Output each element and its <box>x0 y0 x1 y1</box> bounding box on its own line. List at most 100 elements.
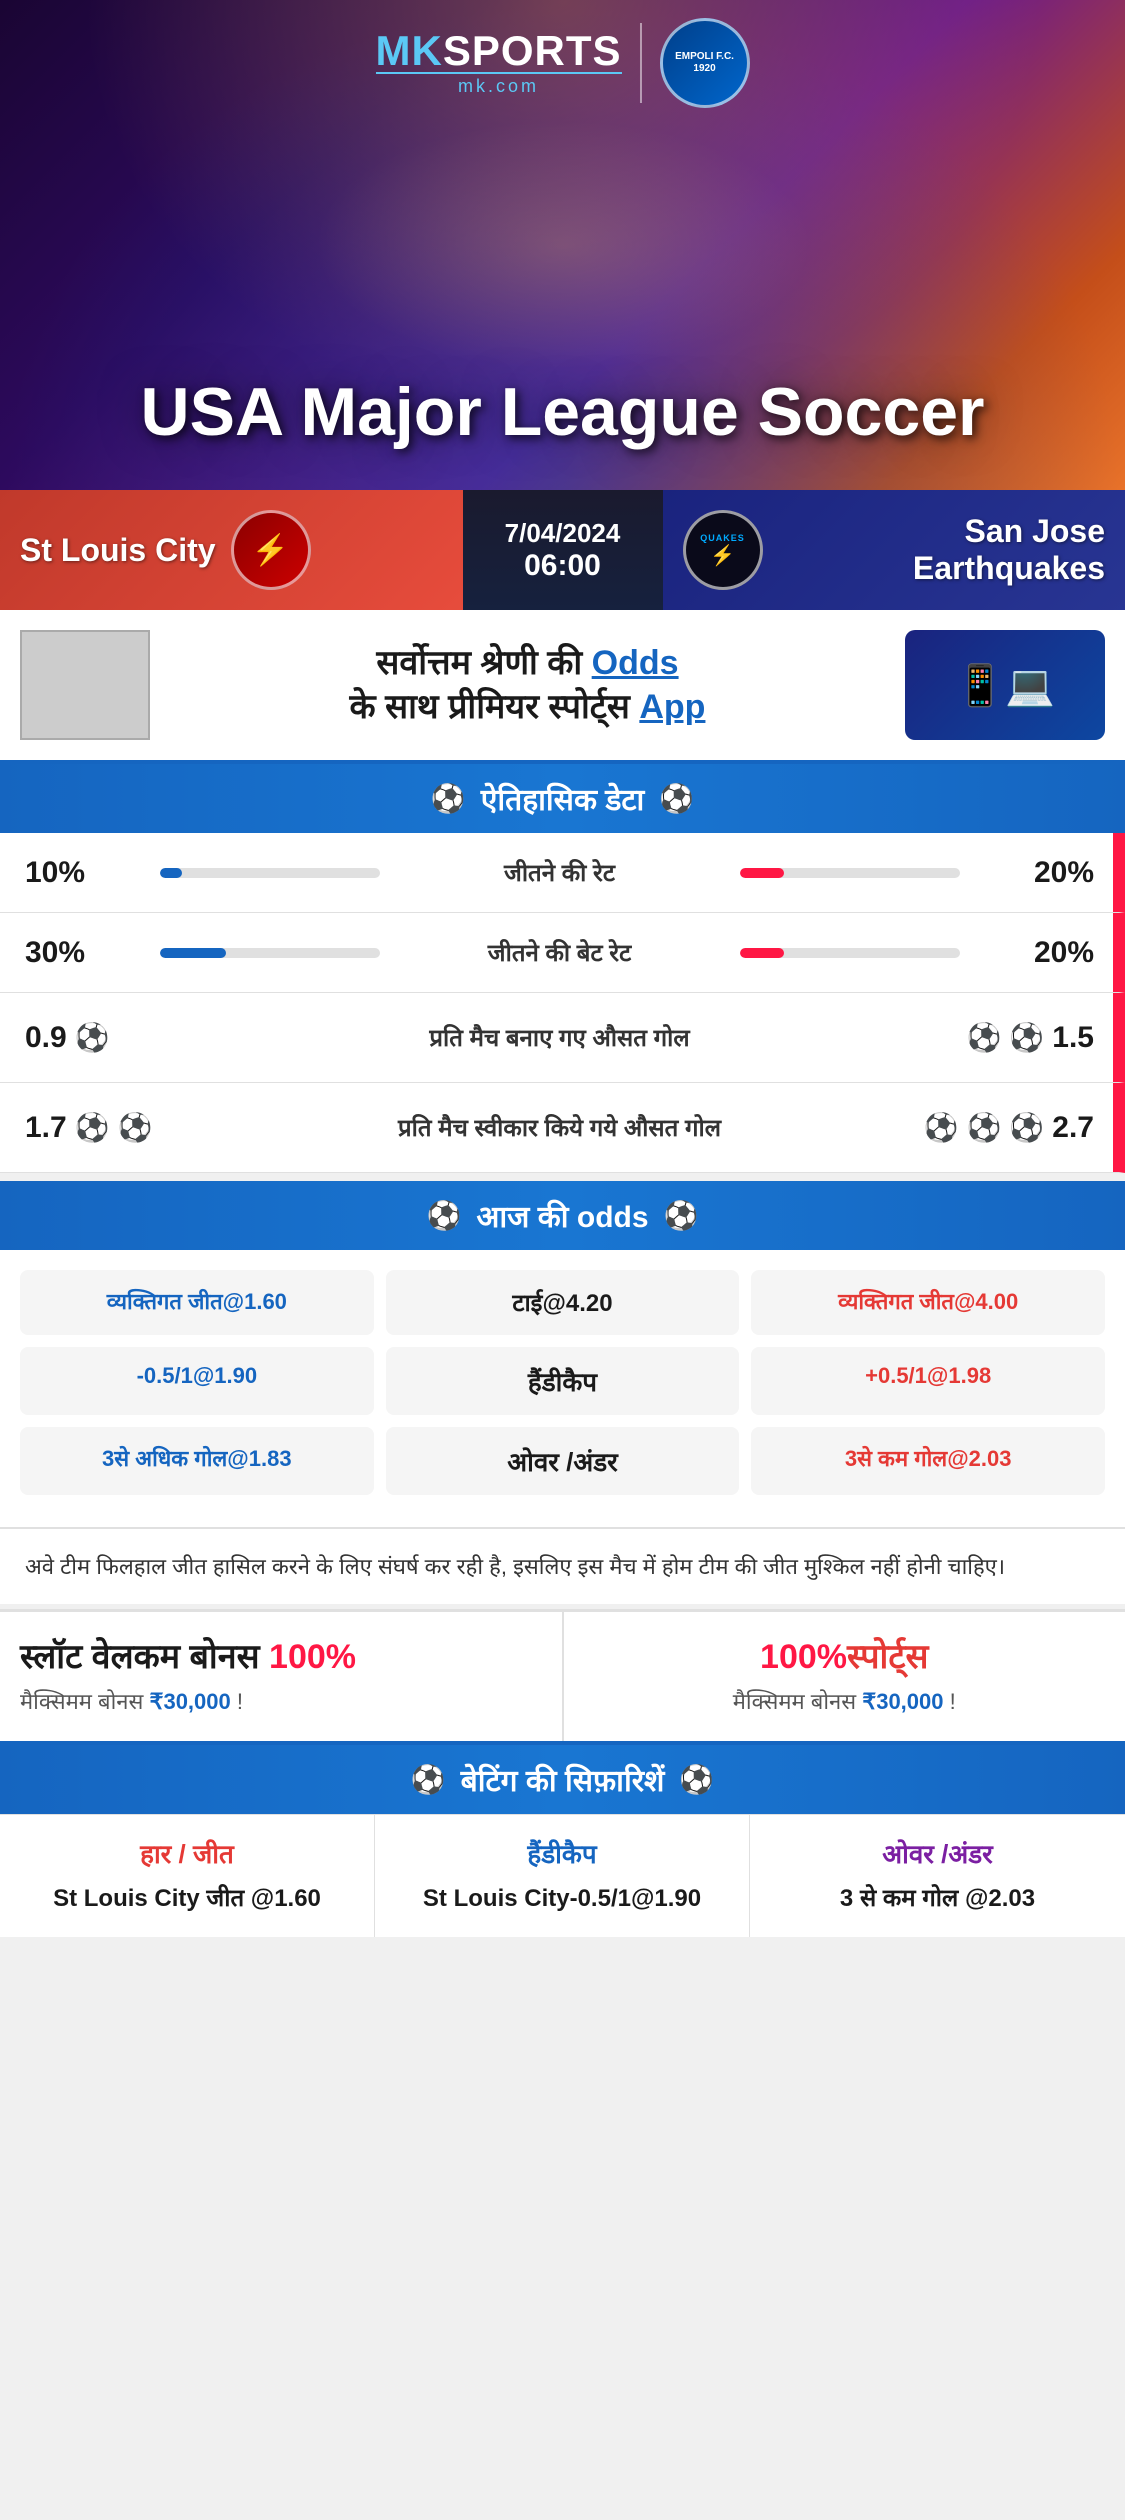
quakes-icon: ⚡ <box>710 543 735 568</box>
stat-label-1: जीतने की रेट <box>400 856 720 889</box>
odds-home-win[interactable]: व्यक्तिगत जीत@1.60 <box>20 1270 374 1335</box>
betting-icon-right: ⚽ <box>679 1763 714 1796</box>
stat-left-val-1: 10% <box>25 856 125 890</box>
match-date: 7/04/2024 <box>505 518 621 549</box>
odds-title: आज की odds <box>476 1195 648 1236</box>
away-team-section: QUAKES ⚡ San Jose Earthquakes <box>663 490 1125 610</box>
odds-icon-right: ⚽ <box>664 1199 699 1232</box>
bar-container-right-1 <box>740 868 960 878</box>
stat-row-bet-rate: 30% जीतने की बेट रेट 20% <box>0 913 1125 993</box>
stat-left-val-2: 30% <box>25 936 125 970</box>
rec-win-loss: हार / जीत St Louis City जीत @1.60 <box>0 1815 375 1937</box>
bar-container-left-1 <box>160 868 380 878</box>
ball-icon-red-5: ⚽ <box>1009 1111 1044 1144</box>
ball-icon-red-4: ⚽ <box>967 1111 1002 1144</box>
empoli-badge: EMPOLI F.C.1920 <box>660 18 750 108</box>
odds-header: ⚽ आज की odds ⚽ <box>0 1181 1125 1250</box>
odds-section: व्यक्तिगत जीत@1.60 टाई@4.20 व्यक्तिगत जी… <box>0 1250 1125 1527</box>
rec-value-3: 3 से कम गोल @2.03 <box>765 1881 1110 1917</box>
bonus-sports-sub: मैक्सिमम बोनस ₹30,000 ! <box>584 1686 1106 1716</box>
odds-wrapper: ⚽ आज की odds ⚽ व्यक्तिगत जीत@1.60 टाई@4.… <box>0 1181 1125 1527</box>
goals-right-conceded: ⚽ ⚽ ⚽ 2.7 <box>874 1111 1094 1145</box>
rec-type-3: ओवर /अंडर <box>765 1835 1110 1871</box>
betting-title: बेटिंग की सिफ़ारिशें <box>461 1759 665 1800</box>
brand-name: MKSPORTS <box>375 30 621 72</box>
bar-fill-red-2 <box>740 948 784 958</box>
bar-fill-blue-1 <box>160 868 182 878</box>
logo-area: MKSPORTS mk.com EMPOLI F.C.1920 <box>375 18 749 108</box>
odds-under[interactable]: 3से कम गोल@2.03 <box>751 1427 1105 1495</box>
ball-icon-3: ⚽ <box>75 1111 110 1144</box>
promo-phones <box>905 630 1105 740</box>
ball-icon-1: ⚽ <box>75 1021 110 1054</box>
home-team-badge <box>231 510 311 590</box>
odds-handicap-home[interactable]: -0.5/1@1.90 <box>20 1347 374 1415</box>
brand-domain: mk.com <box>375 72 621 97</box>
stat-bar-left-2 <box>125 948 400 958</box>
commentary-section: अवे टीम फिलहाल जीत हासिल करने के लिए संघ… <box>0 1527 1125 1604</box>
bar-container-left-2 <box>160 948 380 958</box>
match-time: 06:00 <box>524 549 601 583</box>
odds-row-2: -0.5/1@1.90 हैंडीकैप +0.5/1@1.98 <box>20 1347 1105 1415</box>
promo-banner: सर्वोत्तम श्रेणी की Oddsके साथ प्रीमियर … <box>0 610 1125 764</box>
odds-row-1: व्यक्तिगत जीत@1.60 टाई@4.20 व्यक्तिगत जी… <box>20 1270 1105 1335</box>
bonus-sports-pct: 100% <box>760 1638 847 1676</box>
match-bar: St Louis City 7/04/2024 06:00 QUAKES ⚡ S… <box>0 490 1125 610</box>
stat-label-2: जीतने की बेट रेट <box>400 936 720 969</box>
bar-fill-red-1 <box>740 868 784 878</box>
away-team-badge: QUAKES ⚡ <box>683 510 763 590</box>
stat-bar-right-1 <box>720 868 995 878</box>
odds-tie[interactable]: टाई@4.20 <box>386 1270 740 1335</box>
soccer-icon-right: ⚽ <box>659 782 694 815</box>
betting-icon-left: ⚽ <box>411 1763 446 1796</box>
stat-bar-left-1 <box>125 868 400 878</box>
bonus-slot-amount: ₹30,000 <box>149 1689 230 1714</box>
bar-container-right-2 <box>740 948 960 958</box>
goals-val-conceded-right: 2.7 <box>1052 1111 1094 1145</box>
odds-away-win[interactable]: व्यक्तिगत जीत@4.00 <box>751 1270 1105 1335</box>
hero-banner: MKSPORTS mk.com EMPOLI F.C.1920 USA Majo… <box>0 0 1125 490</box>
mk-sports-logo: MKSPORTS mk.com <box>375 30 621 97</box>
odds-handicap-label: हैंडीकैप <box>386 1347 740 1415</box>
stat-row-win-rate: 10% जीतने की रेट 20% <box>0 833 1125 913</box>
goals-conceded-row: 1.7 ⚽ ⚽ प्रति मैच स्वीकार किये गये औसत ग… <box>0 1083 1125 1173</box>
goals-val-scored-left: 0.9 <box>25 1021 67 1055</box>
goals-val-conceded-left: 1.7 <box>25 1111 67 1145</box>
stat-bar-right-2 <box>720 948 995 958</box>
goals-label-scored: प्रति मैच बनाए गए औसत गोल <box>245 1021 874 1054</box>
bonus-sports: 100%स्पोर्ट्स मैक्सिमम बोनस ₹30,000 ! <box>564 1612 1125 1741</box>
bonus-slot-title: स्लॉट वेलकम बोनस 100% <box>20 1637 542 1678</box>
empoli-text: EMPOLI F.C.1920 <box>675 51 734 75</box>
rec-value-1: St Louis City जीत @1.60 <box>15 1881 359 1917</box>
rec-ou: ओवर /अंडर 3 से कम गोल @2.03 <box>750 1815 1125 1937</box>
rec-type-2: हैंडीकैप <box>390 1835 734 1871</box>
rec-type-1: हार / जीत <box>15 1835 359 1871</box>
odds-handicap-away[interactable]: +0.5/1@1.98 <box>751 1347 1105 1415</box>
historical-section: 10% जीतने की रेट 20% 30% जीतने की बेट रे… <box>0 833 1125 1173</box>
recommendations-grid: हार / जीत St Louis City जीत @1.60 हैंडीक… <box>0 1814 1125 1937</box>
hero-title: USA Major League Soccer <box>0 375 1125 450</box>
goals-label-conceded: प्रति मैच स्वीकार किये गये औसत गोल <box>245 1111 874 1144</box>
goals-right-scored: ⚽ ⚽ 1.5 <box>874 1021 1094 1055</box>
bar-fill-blue-2 <box>160 948 226 958</box>
match-center: 7/04/2024 06:00 <box>463 490 663 610</box>
betting-recs-section: ⚽ बेटिंग की सिफ़ारिशें ⚽ हार / जीत St Lo… <box>0 1741 1125 1937</box>
home-team-name: St Louis City <box>20 532 216 569</box>
logo-divider <box>640 23 642 103</box>
goals-scored-row: 0.9 ⚽ प्रति मैच बनाए गए औसत गोल ⚽ ⚽ 1.5 <box>0 993 1125 1083</box>
bonus-slot-pct: 100% <box>269 1638 356 1676</box>
bonus-sports-title: 100%स्पोर्ट्स <box>584 1637 1106 1678</box>
stat-right-val-2: 20% <box>994 936 1094 970</box>
home-team-section: St Louis City <box>0 490 463 610</box>
away-team-name: San Jose Earthquakes <box>778 513 1106 587</box>
promo-text: सर्वोत्तम श्रेणी की Oddsके साथ प्रीमियर … <box>170 641 885 729</box>
historical-header: ⚽ ऐतिहासिक डेटा ⚽ <box>0 764 1125 833</box>
commentary-text: अवे टीम फिलहाल जीत हासिल करने के लिए संघ… <box>25 1549 1100 1584</box>
goals-left-conceded: 1.7 ⚽ ⚽ <box>25 1111 245 1145</box>
rec-handicap: हैंडीकैप St Louis City-0.5/1@1.90 <box>375 1815 750 1937</box>
historical-title: ऐतिहासिक डेटा <box>481 778 645 819</box>
betting-header: ⚽ बेटिंग की सिफ़ारिशें ⚽ <box>0 1745 1125 1814</box>
soccer-icon-left: ⚽ <box>431 782 466 815</box>
odds-over[interactable]: 3से अधिक गोल@1.83 <box>20 1427 374 1495</box>
goals-left-scored: 0.9 ⚽ <box>25 1021 245 1055</box>
